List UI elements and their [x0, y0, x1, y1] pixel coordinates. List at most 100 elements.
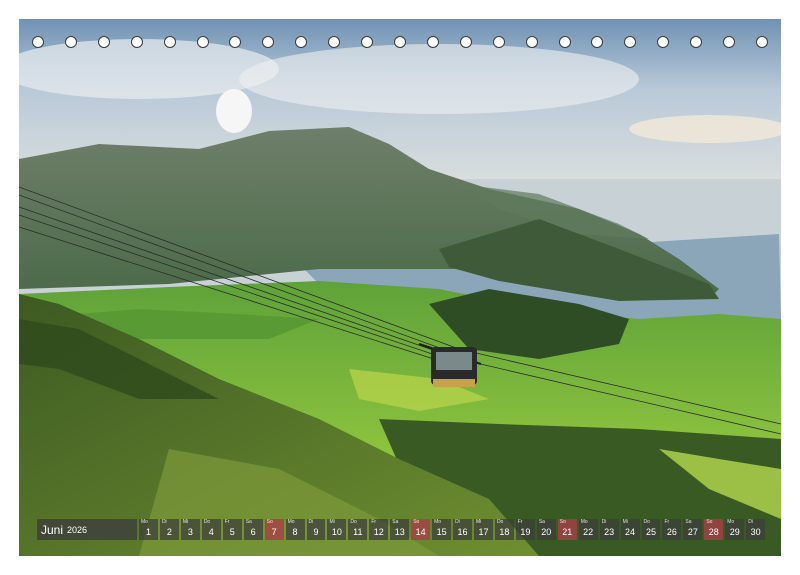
binding-ring	[32, 36, 44, 48]
calendar-day: Di 16	[453, 519, 472, 540]
day-number: 17	[478, 527, 489, 537]
calendar-day: Mo 8	[285, 519, 305, 540]
day-number: 13	[394, 527, 405, 537]
weekday-label: Mi	[476, 519, 482, 525]
binding-ring	[97, 36, 110, 48]
day-number: 10	[331, 527, 342, 537]
calendar-day: Fr 19	[515, 519, 535, 540]
calendar-day: Mi 24	[620, 519, 640, 540]
weekday-label: Fr	[224, 519, 230, 525]
calendar-day: Mo 1	[139, 519, 158, 540]
day-number: 26	[666, 527, 677, 537]
weekday-label: Sa	[245, 519, 252, 525]
calendar-day: Sa 13	[390, 519, 410, 540]
day-number: 29	[729, 527, 740, 537]
binding-ring	[64, 36, 77, 48]
calendar-day: So 28	[704, 519, 724, 540]
binding-ring	[229, 36, 242, 48]
calendar-day: Di 23	[599, 519, 619, 540]
binding-ring	[624, 36, 637, 48]
calendar-day: Mo 15	[432, 519, 452, 540]
day-number: 8	[292, 527, 298, 537]
day-number: 1	[145, 527, 151, 537]
calendar-day: So 7	[264, 519, 284, 540]
day-number: 27	[687, 527, 698, 537]
weekday-label: So	[266, 519, 273, 525]
weekday-label: Do	[350, 519, 357, 525]
day-number: 18	[499, 527, 510, 537]
weekday-label: Do	[203, 519, 211, 525]
day-number: 24	[625, 527, 636, 537]
calendar-day: Do 4	[201, 519, 221, 540]
day-number: 7	[271, 527, 277, 537]
day-number: 6	[250, 527, 256, 537]
calendar-day: Sa 6	[243, 519, 263, 540]
weekday-label: So	[706, 519, 713, 525]
calendar-day: So 21	[557, 519, 577, 540]
day-number: 28	[708, 527, 719, 537]
calendar-day: Mo 22	[578, 519, 598, 540]
day-number: 5	[229, 527, 235, 537]
calendar-day: Fr 26	[662, 519, 682, 540]
calendar-day: Do 11	[348, 519, 368, 540]
calendar-day: Di 30	[746, 519, 766, 540]
month-name: Juni	[41, 522, 64, 537]
day-number: 2	[166, 527, 172, 537]
binding-ring	[328, 36, 341, 48]
landscape-photo	[19, 19, 781, 556]
binding-ring	[558, 36, 571, 48]
calendar-day: Mi 3	[180, 519, 200, 540]
weekday-label: Di	[455, 519, 460, 525]
weekday-label: Sa	[538, 519, 545, 525]
month-label: Juni 2026	[37, 519, 137, 540]
calendar-day: Do 25	[641, 519, 661, 540]
calendar-day: Fr 5	[222, 519, 242, 540]
weekday-label: Mi	[182, 519, 189, 525]
weekday-label: Mo	[141, 519, 148, 525]
binding-ring	[361, 36, 374, 48]
binding-ring	[657, 36, 670, 48]
weekday-label: Mi	[622, 519, 628, 525]
weekday-label: Do	[496, 519, 504, 525]
weekday-label: Fr	[664, 519, 670, 525]
weekday-label: Mo	[434, 519, 442, 525]
calendar-day: Sa 27	[683, 519, 703, 540]
day-number: 22	[583, 527, 594, 537]
weekday-label: Di	[748, 519, 753, 525]
weekday-label: So	[559, 519, 566, 525]
weekday-label: So	[413, 519, 420, 525]
binding-ring	[591, 36, 604, 48]
weekday-label: Mo	[727, 519, 735, 525]
calendar-day: Di 2	[159, 519, 179, 540]
binding-ring	[196, 36, 209, 48]
binding-ring	[262, 36, 275, 48]
weekday-label: Do	[643, 519, 650, 525]
calendar-day: Di 9	[306, 519, 326, 540]
binding-ring	[755, 36, 768, 48]
day-number: 21	[562, 527, 573, 537]
weekday-label: Fr	[517, 519, 523, 525]
day-number: 4	[208, 527, 214, 537]
binding-ring	[492, 36, 505, 48]
weekday-label: Mo	[580, 519, 588, 525]
weekday-label: Mo	[287, 519, 295, 525]
day-number: 12	[373, 527, 384, 537]
weekday-label: Di	[308, 519, 314, 525]
weekday-label: Fr	[371, 519, 377, 525]
calendar-strip: Juni 2026 Mo 1 Di 2 Mi 3 Do 4 Fr 5 Sa 6 So 7 Mo 8 Di 9 Mi 1…	[37, 519, 766, 540]
calendar-day: Mi 17	[474, 519, 493, 540]
binding-ring	[723, 36, 736, 48]
day-number: 25	[645, 527, 656, 537]
binding-ring	[295, 36, 308, 48]
weekday-label: Sa	[392, 519, 399, 525]
weekday-label: Mi	[329, 519, 335, 525]
day-number: 9	[313, 527, 319, 537]
calendar-day: Fr 12	[369, 519, 389, 540]
day-number: 11	[353, 527, 363, 537]
calendar-day: Sa 20	[536, 519, 556, 540]
day-number: 14	[415, 527, 426, 537]
binding-ring	[525, 36, 538, 48]
weekday-label: Di	[161, 519, 167, 525]
weekday-label: Sa	[685, 519, 692, 525]
binding-ring	[426, 36, 439, 48]
